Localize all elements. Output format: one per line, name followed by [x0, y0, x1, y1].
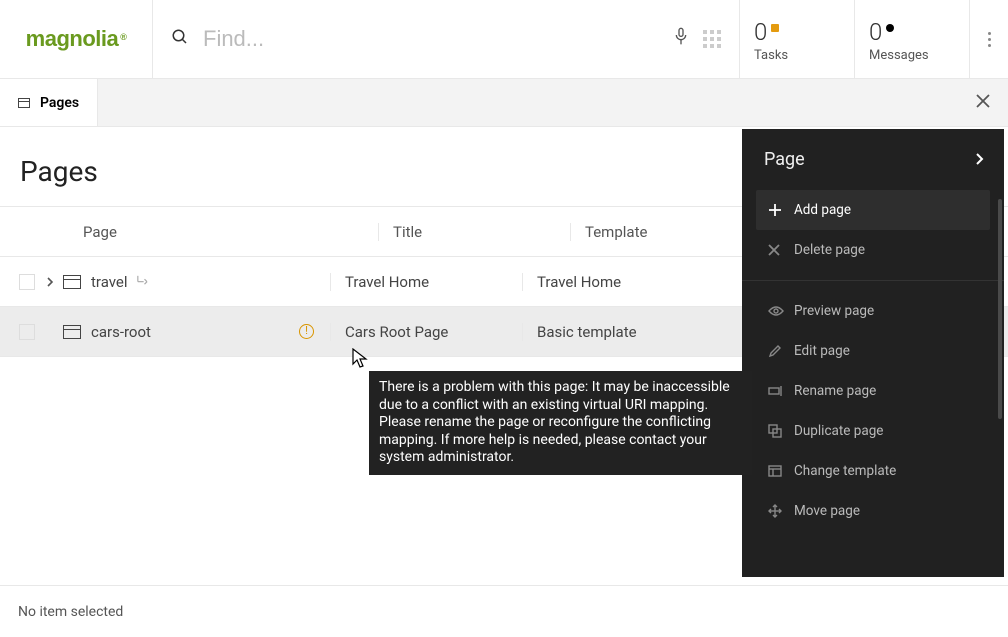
dup-icon [768, 424, 794, 438]
microphone-icon[interactable] [673, 27, 689, 51]
row-name: cars-root [91, 323, 151, 341]
action-rename: Rename page [756, 371, 990, 411]
action-label: Delete page [794, 242, 865, 258]
eye-icon [768, 305, 794, 317]
action-preview: Preview page [756, 291, 990, 331]
tasks-label: Tasks [754, 48, 840, 63]
expand-icon[interactable] [43, 273, 57, 291]
tab-close-button[interactable] [976, 92, 990, 113]
kebab-icon [988, 32, 991, 47]
action-label: Preview page [794, 303, 874, 319]
page-icon [63, 275, 81, 289]
panel-scrollbar[interactable] [998, 199, 1002, 419]
node-tool-icon[interactable] [136, 275, 148, 288]
action-label: Add page [794, 202, 851, 218]
action-label: Change template [794, 463, 896, 479]
tab-pages[interactable]: Pages [0, 79, 98, 126]
panel-heading: Page [764, 149, 805, 170]
row-checkbox[interactable] [19, 274, 35, 290]
messages-dot [886, 24, 894, 32]
messages-indicator[interactable]: 0 Messages [855, 0, 970, 78]
warning-tooltip: There is a problem with this page: It ma… [369, 371, 752, 475]
pages-icon [18, 98, 30, 108]
tasks-alert-dot [771, 24, 779, 32]
row-name: travel [91, 273, 128, 291]
messages-count: 0 [869, 18, 882, 46]
row-title: Travel Home [330, 273, 522, 291]
action-label: Duplicate page [794, 423, 883, 439]
row-title: Cars Root Page [330, 323, 522, 341]
apps-grid-icon[interactable] [703, 30, 721, 48]
action-add[interactable]: Add page [756, 190, 990, 230]
search-bar[interactable] [153, 0, 740, 78]
tab-label: Pages [40, 95, 79, 111]
warning-icon[interactable]: ! [299, 324, 314, 339]
more-menu[interactable] [970, 0, 1008, 78]
action-duplicate: Duplicate page [756, 411, 990, 451]
action-delete: Delete page [756, 230, 990, 270]
action-changetpl: Change template [756, 451, 990, 491]
x-icon [768, 244, 794, 256]
status-bar: No item selected [0, 585, 1008, 637]
panel-collapse-icon[interactable] [974, 149, 984, 170]
action-move: Move page [756, 491, 990, 531]
search-input[interactable] [203, 26, 673, 52]
brand-name: magnolia [26, 26, 119, 51]
tasks-count: 0 [754, 18, 767, 46]
action-label: Edit page [794, 343, 850, 359]
messages-label: Messages [869, 48, 955, 63]
page-title: Pages [20, 155, 98, 188]
search-icon [171, 28, 189, 50]
col-title[interactable]: Title [378, 223, 570, 241]
action-edit: Edit page [756, 331, 990, 371]
tpl-icon [768, 465, 794, 477]
tab-bar: Pages [0, 79, 1008, 127]
row-checkbox[interactable] [19, 324, 35, 340]
actions-panel: Page Add page Delete page Preview page Edit… [742, 129, 1004, 577]
tasks-indicator[interactable]: 0 Tasks [740, 0, 855, 78]
rename-icon [768, 385, 794, 397]
move-icon [768, 504, 794, 518]
page-icon [63, 325, 81, 339]
brand-mark: ® [120, 32, 126, 42]
action-label: Rename page [794, 383, 876, 399]
plus-icon [768, 203, 794, 217]
status-text: No item selected [18, 604, 123, 620]
action-label: Move page [794, 503, 860, 519]
app-logo[interactable]: magnolia® [0, 0, 153, 78]
col-page[interactable]: Page [48, 223, 378, 241]
pencil-icon [768, 344, 794, 358]
